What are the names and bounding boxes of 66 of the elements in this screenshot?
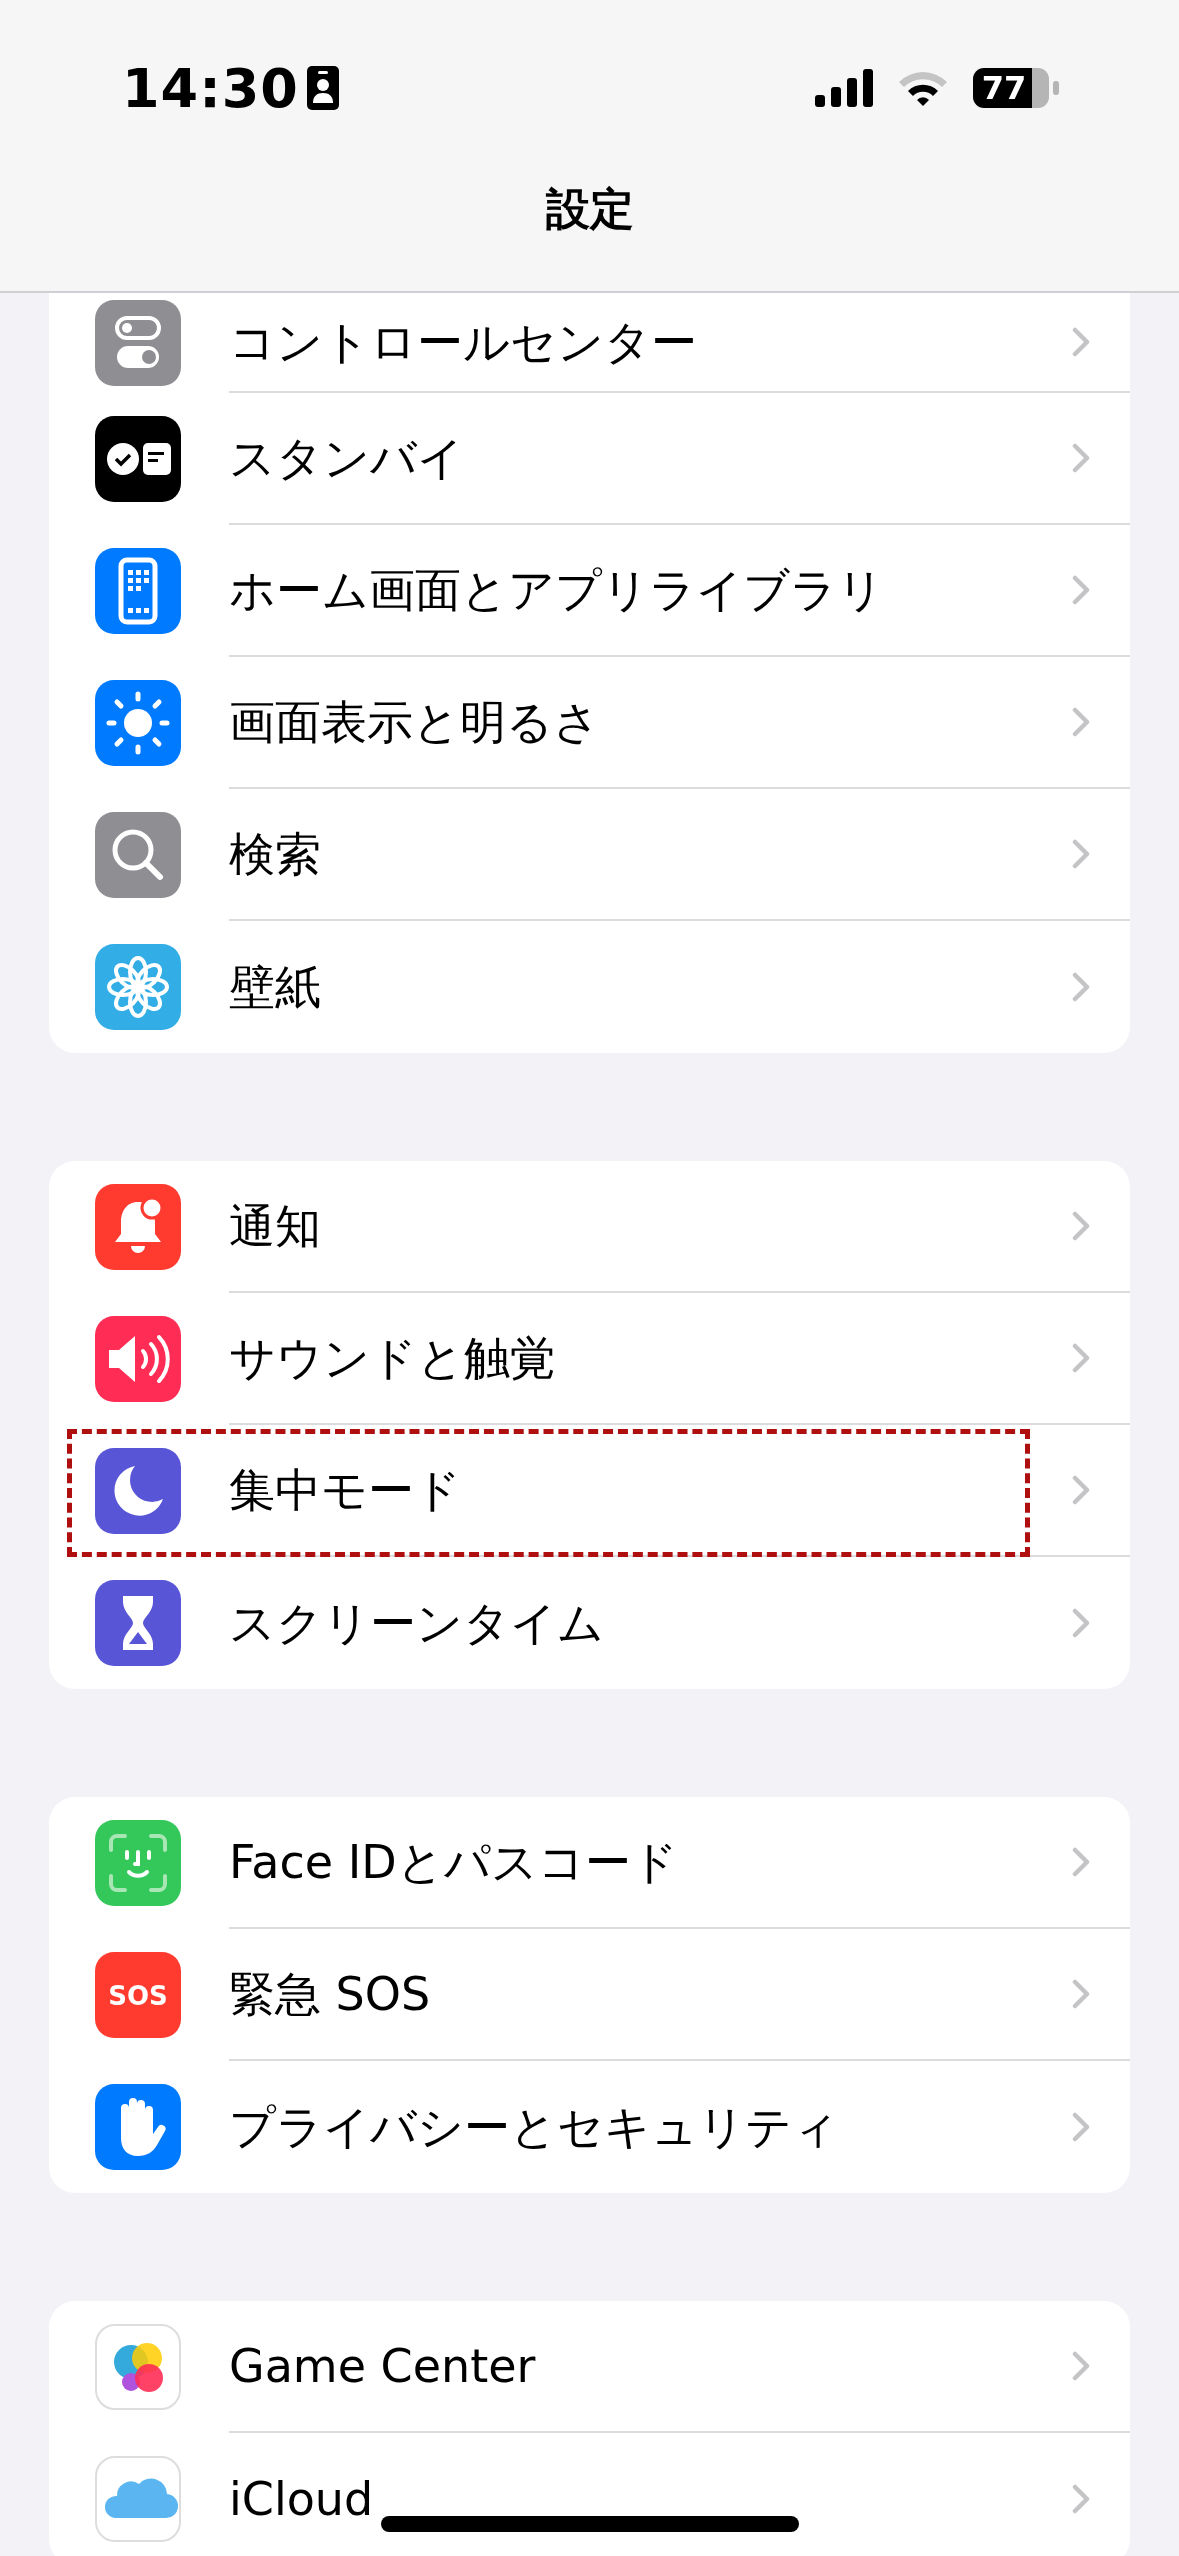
settings-row[interactable]: Face IDとパスコード <box>49 1797 1130 1929</box>
search-icon <box>95 812 181 898</box>
row-label: 画面表示と明るさ <box>229 693 600 751</box>
settings-row[interactable]: 検索 <box>49 789 1130 921</box>
battery-tip-icon <box>1053 81 1059 95</box>
settings-row[interactable]: プライバシーとセキュリティ <box>49 2061 1130 2193</box>
game-center-icon <box>95 2324 181 2410</box>
row-label: 集中モード <box>229 1461 461 1519</box>
id-card-icon <box>306 66 339 110</box>
row-label: 検索 <box>229 825 321 883</box>
row-label: 通知 <box>229 1197 321 1255</box>
chevron-icon <box>1072 1475 1090 1505</box>
settings-row[interactable]: 通知 <box>49 1161 1130 1293</box>
chevron-icon <box>1072 2484 1090 2514</box>
chevron-icon <box>1072 327 1090 357</box>
chevron-icon <box>1072 1211 1090 1241</box>
chevron-icon <box>1072 972 1090 1002</box>
row-label: スタンバイ <box>229 429 464 487</box>
page-title: 設定 <box>545 182 634 236</box>
hourglass-icon <box>95 1580 181 1666</box>
settings-row[interactable]: ホーム画面とアプリライブラリ <box>49 525 1130 657</box>
row-label: 壁紙 <box>229 958 321 1016</box>
settings-row[interactable]: 画面表示と明るさ <box>49 657 1130 789</box>
cloud-icon <box>95 2456 181 2542</box>
flower-icon <box>95 944 181 1030</box>
settings-row[interactable]: コントロールセンター <box>49 293 1130 393</box>
sos-label: SOS <box>108 1981 168 2011</box>
settings-row[interactable]: SOS 緊急 SOS <box>49 1929 1130 2061</box>
row-label: Face IDとパスコード <box>229 1833 678 1891</box>
chevron-icon <box>1072 1979 1090 2009</box>
toggles-icon <box>95 300 181 386</box>
speaker-icon <box>95 1316 181 1402</box>
chevron-icon <box>1072 707 1090 737</box>
signal-icon <box>815 69 873 107</box>
row-label: スクリーンタイム <box>229 1594 604 1652</box>
chevron-icon <box>1072 2351 1090 2381</box>
row-label: 緊急 SOS <box>229 1965 431 2023</box>
sun-icon <box>95 680 181 766</box>
moon-icon <box>95 1448 181 1534</box>
row-label: プライバシーとセキュリティ <box>229 2098 839 2156</box>
row-label: サウンドと触覚 <box>229 1329 556 1387</box>
battery-indicator: 77 <box>973 68 1049 108</box>
hand-icon <box>95 2084 181 2170</box>
row-label: ホーム画面とアプリライブラリ <box>229 561 884 619</box>
wifi-icon <box>897 69 949 107</box>
chevron-icon <box>1072 575 1090 605</box>
chevron-icon <box>1072 443 1090 473</box>
settings-row[interactable]: 壁紙 <box>49 921 1130 1053</box>
chevron-icon <box>1072 1343 1090 1373</box>
chevron-icon <box>1072 1608 1090 1638</box>
standby-icon <box>95 416 181 502</box>
face-id-icon <box>95 1820 181 1906</box>
row-label: iCloud <box>229 2470 374 2528</box>
settings-row[interactable]: Game Center <box>49 2301 1130 2433</box>
settings-row[interactable]: 集中モード <box>49 1425 1130 1557</box>
settings-row[interactable]: スタンバイ <box>49 393 1130 525</box>
settings-row[interactable]: サウンドと触覚 <box>49 1293 1130 1425</box>
phone-icon <box>95 548 181 634</box>
row-label: コントロールセンター <box>229 313 697 371</box>
row-label: Game Center <box>229 2337 536 2395</box>
clock-time: 14:30 <box>122 55 299 122</box>
settings-row[interactable]: スクリーンタイム <box>49 1557 1130 1689</box>
bell-icon <box>95 1184 181 1270</box>
chevron-icon <box>1072 1847 1090 1877</box>
chevron-icon <box>1072 839 1090 869</box>
chevron-icon <box>1072 2112 1090 2142</box>
